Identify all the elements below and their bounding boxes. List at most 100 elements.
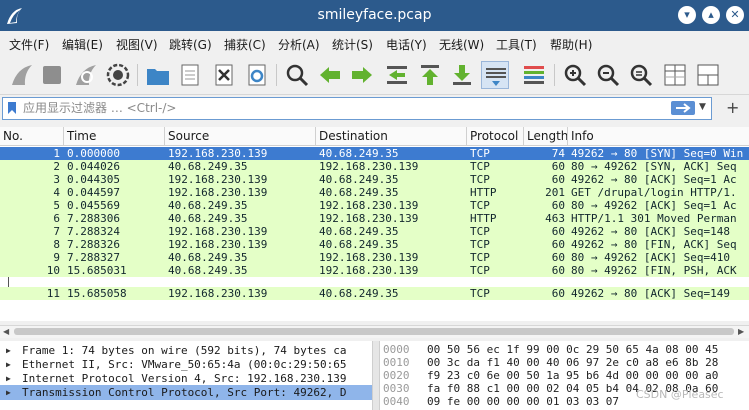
apply-filter-button[interactable]	[671, 101, 695, 115]
cell-protocol: TCP	[470, 287, 490, 300]
cell-no: 5	[53, 199, 60, 212]
cell-protocol: TCP	[470, 251, 490, 264]
menu-capture[interactable]: 捕获(C)	[224, 36, 266, 53]
table-row[interactable]: 10 15.685031 40.68.249.35 192.168.230.13…	[0, 264, 749, 277]
cell-protocol: TCP	[470, 238, 490, 251]
add-filter-button[interactable]: +	[726, 98, 739, 117]
pane-splitter[interactable]	[372, 341, 380, 410]
last-packet-button[interactable]	[448, 61, 476, 89]
open-file-button[interactable]	[144, 61, 172, 89]
menu-edit[interactable]: 编辑(E)	[62, 36, 103, 53]
zoom-reset-button[interactable]	[627, 61, 655, 89]
detail-text: Frame 1: 74 bytes on wire (592 bits), 74…	[22, 344, 347, 357]
cell-length: 60	[551, 173, 565, 186]
bookmark-icon[interactable]	[7, 101, 17, 115]
cell-protocol: TCP	[470, 160, 490, 173]
table-row[interactable]: 4 0.044597 192.168.230.139 40.68.249.35 …	[0, 186, 749, 199]
go-to-packet-button[interactable]	[383, 61, 411, 89]
table-row[interactable]: 1 0.000000 192.168.230.139 40.68.249.35 …	[0, 147, 749, 160]
menu-help[interactable]: 帮助(H)	[550, 36, 592, 53]
arrow-right-icon	[352, 67, 372, 83]
table-row[interactable]: 2 0.044026 40.68.249.35 192.168.230.139 …	[0, 160, 749, 173]
cell-length: 60	[551, 225, 565, 238]
resize-columns-button[interactable]	[661, 61, 689, 89]
expand-arrow-icon[interactable]: ▶	[6, 343, 11, 358]
capture-options-button[interactable]	[104, 61, 132, 89]
cell-protocol: TCP	[470, 199, 490, 212]
cell-destination: 192.168.230.139	[319, 160, 419, 173]
table-row[interactable]: 8 7.288326 192.168.230.139 40.68.249.35 …	[0, 238, 749, 251]
table-row[interactable]: 3 0.044305 192.168.230.139 40.68.249.35 …	[0, 173, 749, 186]
cell-length: 60	[551, 287, 565, 300]
detail-row-frame[interactable]: ▶ Frame 1: 74 bytes on wire (592 bits), …	[0, 343, 372, 358]
column-header-source[interactable]: Source	[165, 127, 316, 145]
stop-capture-button[interactable]	[38, 61, 66, 89]
column-header-no[interactable]: No.	[0, 127, 64, 145]
start-capture-button[interactable]	[8, 61, 36, 89]
close-button[interactable]: ✕	[726, 6, 744, 24]
menu-telephony[interactable]: 电话(Y)	[386, 36, 427, 53]
table-row[interactable]: 9 7.288327 40.68.249.35 192.168.230.139 …	[0, 251, 749, 264]
display-filter-bar: ▼ +	[0, 95, 749, 122]
close-file-button[interactable]	[210, 61, 238, 89]
bytes-hex[interactable]: f9 23 c0 6e 00 50 1a 95 b6 4d 00 00 00 0…	[427, 369, 718, 382]
minimize-button[interactable]: ▾	[678, 6, 696, 24]
zoom-out-button[interactable]	[594, 61, 622, 89]
cell-no: 7	[53, 225, 60, 238]
cell-destination: 40.68.249.35	[319, 287, 399, 300]
reload-file-button[interactable]	[243, 61, 271, 89]
menu-statistics[interactable]: 统计(S)	[332, 36, 373, 53]
menu-analyze[interactable]: 分析(A)	[278, 36, 320, 53]
restart-capture-button[interactable]	[72, 61, 100, 89]
scroll-right-icon[interactable]: ▶	[738, 327, 744, 336]
menu-wireless[interactable]: 无线(W)	[439, 36, 484, 53]
auto-scroll-button[interactable]	[481, 61, 509, 89]
layout-button[interactable]	[694, 61, 722, 89]
cell-source: 40.68.249.35	[168, 160, 248, 173]
go-back-button[interactable]	[316, 61, 344, 89]
table-row[interactable]: 6 7.288306 40.68.249.35 192.168.230.139 …	[0, 212, 749, 225]
cell-no: 4	[53, 186, 60, 199]
cell-destination: 192.168.230.139	[319, 264, 419, 277]
expand-arrow-icon[interactable]: ▶	[6, 385, 11, 400]
cell-no: 10	[46, 264, 60, 277]
expand-arrow-icon[interactable]: ▶	[6, 371, 11, 386]
first-packet-button[interactable]	[416, 61, 444, 89]
colorize-button[interactable]	[520, 61, 548, 89]
menu-view[interactable]: 视图(V)	[116, 36, 158, 53]
menu-go[interactable]: 跳转(G)	[169, 36, 212, 53]
detail-row-tcp[interactable]: ▶ Transmission Control Protocol, Src Por…	[0, 385, 372, 400]
find-packet-button[interactable]	[283, 61, 311, 89]
cell-no: 2	[53, 160, 60, 173]
bytes-hex[interactable]: 09 fe 00 00 00 00 01 03 03 07	[427, 395, 619, 408]
bytes-hex[interactable]: 00 3c da f1 40 00 40 06 97 2e c0 a8 e6 8…	[427, 356, 718, 369]
expand-arrow-icon[interactable]: ▶	[6, 357, 11, 372]
column-header-time[interactable]: Time	[64, 127, 165, 145]
scrollbar-thumb[interactable]	[14, 328, 734, 335]
column-header-protocol[interactable]: Protocol	[467, 127, 524, 145]
menu-tools[interactable]: 工具(T)	[496, 36, 537, 53]
packet-list-horizontal-scrollbar[interactable]: ◀ ▶	[0, 325, 749, 338]
cell-no: 8	[53, 238, 60, 251]
table-row[interactable]: 7 7.288324 192.168.230.139 40.68.249.35 …	[0, 225, 749, 238]
restart-fin-icon	[76, 65, 96, 85]
table-row[interactable]: 5 0.045569 40.68.249.35 192.168.230.139 …	[0, 199, 749, 212]
maximize-button[interactable]: ▴	[702, 6, 720, 24]
document-icon	[181, 64, 199, 86]
column-header-destination[interactable]: Destination	[316, 127, 467, 145]
detail-row-ethernet[interactable]: ▶ Ethernet II, Src: VMware_50:65:4a (00:…	[0, 357, 372, 372]
column-header-length[interactable]: Length	[524, 127, 568, 145]
chevron-down-icon[interactable]: ▼	[699, 102, 706, 112]
display-filter-input[interactable]	[23, 99, 663, 117]
column-header-info[interactable]: Info	[568, 127, 749, 145]
zoom-in-button[interactable]	[561, 61, 589, 89]
cell-info: 80 → 49262 [ACK] Seq=410	[571, 251, 730, 264]
table-row[interactable]: 11 15.685058 192.168.230.139 40.68.249.3…	[0, 287, 749, 300]
save-file-button[interactable]	[176, 61, 204, 89]
scroll-left-icon[interactable]: ◀	[3, 327, 9, 336]
detail-row-ip[interactable]: ▶ Internet Protocol Version 4, Src: 192.…	[0, 371, 372, 386]
title-bar: smileyface.pcap ▾ ▴ ✕	[0, 0, 749, 31]
menu-file[interactable]: 文件(F)	[9, 36, 49, 53]
go-forward-button[interactable]	[348, 61, 376, 89]
bytes-hex[interactable]: 00 50 56 ec 1f 99 00 0c 29 50 65 4a 08 0…	[427, 343, 718, 356]
